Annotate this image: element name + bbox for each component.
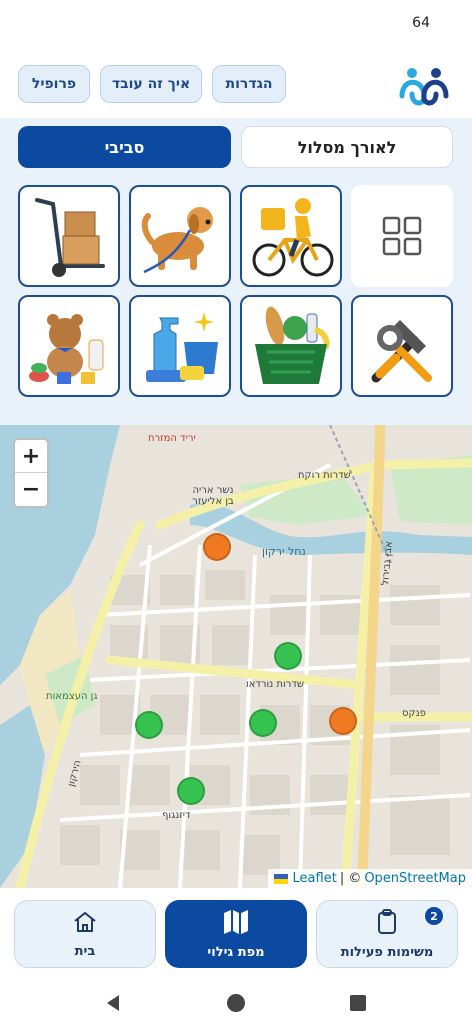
cleaning-tile[interactable]	[129, 295, 231, 397]
recents-icon[interactable]	[343, 988, 373, 1018]
attribution-separator: | ©	[339, 871, 362, 886]
nav-active-tasks[interactable]: משימות פעילות 2	[316, 900, 458, 968]
baby-toys-icon	[23, 300, 115, 392]
handyman-tile[interactable]	[351, 295, 453, 397]
nav-home[interactable]: בית	[14, 900, 156, 968]
map-marker-green[interactable]	[177, 777, 205, 805]
bottom-nav: בית מפת גילוי משימות פעילות 2	[0, 888, 472, 982]
map-label: יריד המזרח	[148, 433, 196, 444]
osm-link[interactable]: OpenStreetMap	[364, 871, 466, 886]
along-route-tab[interactable]: לאורך מסלול	[241, 126, 453, 168]
home-icon	[72, 910, 98, 938]
map-label: שדרות רוקח	[298, 470, 351, 481]
category-panel: סביבי לאורך מסלול	[0, 118, 472, 425]
groceries-tile[interactable]	[240, 295, 342, 397]
map-label: נשר אריה בן אליעזר	[192, 485, 234, 507]
map-marker-green[interactable]	[249, 709, 277, 737]
clipboard-icon	[376, 908, 398, 939]
map-label: שדרות נורדאו	[246, 679, 304, 690]
nav-home-label: בית	[74, 943, 96, 959]
map-label: גן העצמאות	[46, 691, 98, 702]
map-marker-green[interactable]	[274, 642, 302, 670]
hand-truck-icon	[23, 190, 115, 282]
cleaning-supplies-icon	[134, 300, 226, 392]
grocery-basket-icon	[245, 300, 337, 392]
dog-walking-tile[interactable]	[129, 185, 231, 287]
settings-button[interactable]: הגדרות	[212, 65, 286, 103]
baby-tile[interactable]	[18, 295, 120, 397]
zoom-out-button[interactable]: −	[15, 473, 47, 506]
nav-discovery-map[interactable]: מפת גילוי	[165, 900, 307, 968]
delivery-tile[interactable]	[240, 185, 342, 287]
map-label: דיזנגוף	[162, 810, 191, 821]
dog-icon	[134, 190, 226, 282]
nav-map-label: מפת גילוי	[207, 944, 265, 960]
home-circle-icon[interactable]	[221, 988, 251, 1018]
map-marker-green[interactable]	[135, 711, 163, 739]
app-logo	[398, 66, 452, 106]
app-header: פרופיל איך זה עובד הגדרות	[0, 56, 472, 114]
back-icon[interactable]	[98, 988, 128, 1018]
zoom-in-button[interactable]: +	[15, 440, 47, 473]
system-nav-bar	[0, 982, 472, 1024]
map-label: פנקס	[402, 708, 426, 719]
map-attribution: Leaflet | © OpenStreetMap	[267, 869, 472, 888]
how-it-works-button[interactable]: איך זה עובד	[100, 65, 202, 103]
discovery-map[interactable]: שדרות רוקח נשר אריה בן אליעזר נחל ירקון …	[0, 425, 472, 888]
leaflet-link[interactable]: Leaflet	[293, 871, 337, 886]
map-marker-orange[interactable]	[329, 707, 357, 735]
zoom-control: + −	[13, 438, 49, 508]
profile-button[interactable]: פרופיל	[18, 65, 90, 103]
status-bar: 64	[0, 0, 472, 46]
map-marker-orange[interactable]	[203, 533, 231, 561]
nearby-tab[interactable]: סביבי	[18, 126, 231, 168]
tasks-count-badge: 2	[425, 907, 443, 925]
map-icon	[222, 909, 250, 939]
ukraine-flag-icon	[273, 873, 288, 884]
nav-tasks-label: משימות פעילות	[340, 944, 434, 960]
tools-icon	[356, 300, 448, 392]
delivery-cyclist-icon	[245, 190, 337, 282]
map-label: נחל ירקון	[262, 545, 306, 558]
moving-tile[interactable]	[18, 185, 120, 287]
grid-icon	[382, 216, 422, 256]
status-time: 64	[412, 15, 430, 31]
all-categories-tile[interactable]	[351, 185, 453, 287]
